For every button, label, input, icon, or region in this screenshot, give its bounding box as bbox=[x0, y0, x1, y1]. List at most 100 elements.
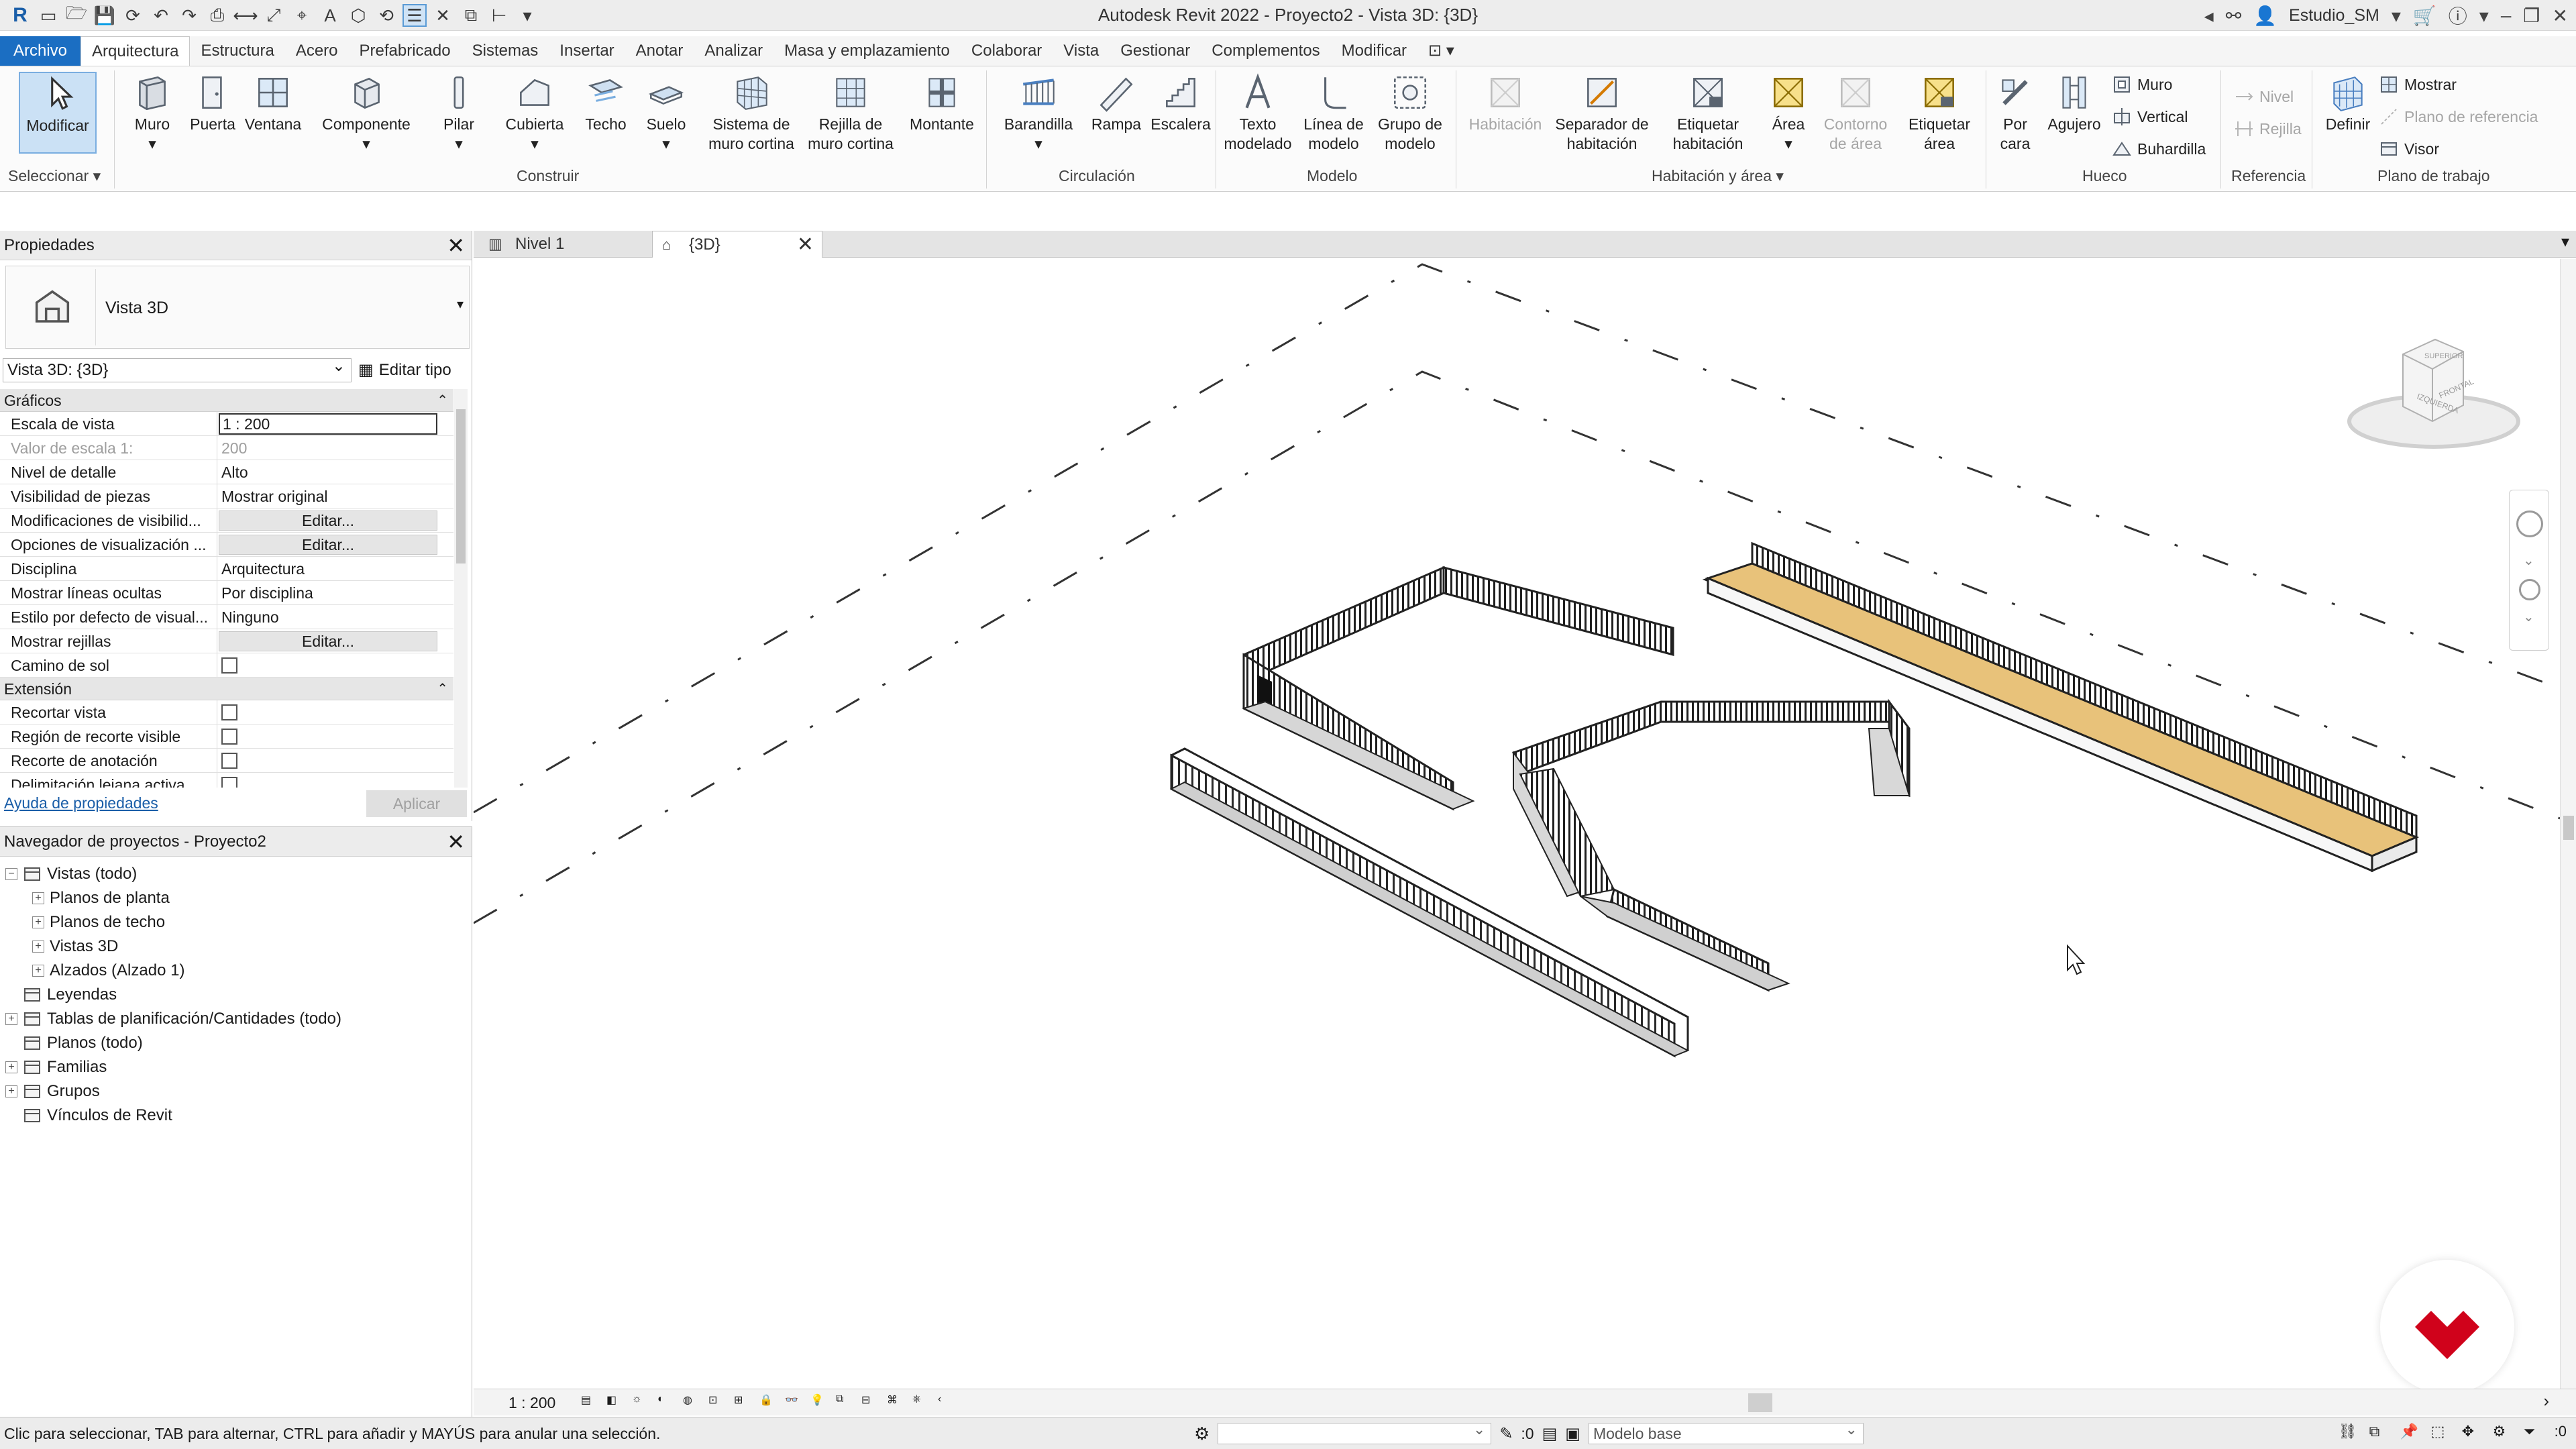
tab-modificar[interactable]: Modificar bbox=[1331, 36, 1417, 66]
chevron-down-icon[interactable]: ⌄ bbox=[2523, 608, 2534, 625]
scroll-thumb[interactable] bbox=[1748, 1393, 1772, 1412]
detail-level-icon[interactable]: ▤ bbox=[581, 1393, 600, 1412]
checkbox[interactable] bbox=[221, 752, 237, 769]
tree-item[interactable]: Leyendas bbox=[5, 983, 117, 1007]
property-value[interactable] bbox=[217, 653, 453, 677]
texto-modelado-button[interactable]: Texto modelado bbox=[1220, 72, 1296, 154]
analytical-model-icon[interactable]: ⌘ bbox=[887, 1393, 906, 1412]
user-icon[interactable]: 👤 bbox=[2253, 5, 2277, 27]
property-value[interactable]: Editar... bbox=[217, 533, 453, 556]
properties-scrollbar[interactable] bbox=[454, 389, 468, 788]
rampa-button[interactable]: Rampa bbox=[1085, 72, 1147, 134]
visual-style-icon[interactable]: ◧ bbox=[606, 1393, 625, 1412]
tree-item[interactable]: + Tablas de planificación/Cantidades (tod… bbox=[5, 1007, 341, 1031]
tree-item[interactable]: + Planos de techo bbox=[32, 910, 165, 934]
plano-referencia-button[interactable]: Plano de referencia bbox=[2379, 107, 2538, 127]
collapse-icon[interactable]: − bbox=[5, 868, 17, 880]
tab-complementos[interactable]: Complementos bbox=[1201, 36, 1330, 66]
property-value[interactable]: Ninguno bbox=[217, 605, 453, 629]
close-icon[interactable]: ✕ bbox=[2553, 5, 2568, 27]
tab-acero[interactable]: Acero bbox=[285, 36, 349, 66]
tab-prefabricado[interactable]: Prefabricado bbox=[349, 36, 462, 66]
sistema-muro-cortina-button[interactable]: Sistema de muro cortina bbox=[704, 72, 798, 154]
select-pinned-icon[interactable]: 📌 bbox=[2400, 1423, 2420, 1443]
select-by-face-icon[interactable]: ⬚ bbox=[2431, 1423, 2451, 1443]
ventana-button[interactable]: Ventana bbox=[243, 72, 303, 134]
tab-gestionar[interactable]: Gestionar bbox=[1110, 36, 1201, 66]
tab-estructura[interactable]: Estructura bbox=[190, 36, 284, 66]
design-options-icon[interactable]: ▤ bbox=[1542, 1424, 1558, 1444]
tab-sistemas[interactable]: Sistemas bbox=[462, 36, 549, 66]
workset-icon[interactable]: ⚙ bbox=[1194, 1424, 1210, 1444]
tab-3d[interactable]: ⌂ {3D} ✕ bbox=[652, 231, 822, 258]
tab-analizar[interactable]: Analizar bbox=[694, 36, 773, 66]
tab-colaborar[interactable]: Colaborar bbox=[961, 36, 1053, 66]
drag-elements-icon[interactable]: ✥ bbox=[2462, 1423, 2482, 1443]
pilar-button[interactable]: Pilar ▾ bbox=[435, 72, 483, 154]
viewcube[interactable]: IZQUIERDA FRONTAL SUPERIOR bbox=[2341, 331, 2529, 466]
restore-icon[interactable]: ❐ bbox=[2523, 5, 2540, 27]
property-value[interactable] bbox=[217, 773, 453, 788]
sun-path-icon[interactable]: ☼ bbox=[632, 1393, 651, 1412]
por-cara-button[interactable]: Por cara bbox=[1990, 72, 2041, 154]
escalera-button[interactable]: Escalera bbox=[1148, 72, 1213, 134]
collapse-icon[interactable]: ⌃ bbox=[437, 389, 448, 412]
grupo-modelo-button[interactable]: Grupo de modelo bbox=[1373, 72, 1448, 154]
montante-button[interactable]: Montante bbox=[902, 72, 982, 134]
instance-selector[interactable]: Vista 3D: {3D} bbox=[3, 355, 352, 382]
mostrar-button[interactable]: Mostrar bbox=[2379, 74, 2457, 95]
expand-icon[interactable]: + bbox=[5, 1061, 17, 1073]
ramp[interactable] bbox=[1512, 698, 1911, 992]
help-dropdown-icon[interactable]: ▾ bbox=[2479, 5, 2489, 27]
user-name[interactable]: Estudio_SM bbox=[2289, 6, 2379, 25]
rejilla-button[interactable]: Rejilla bbox=[2234, 119, 2302, 139]
collapse-icon[interactable]: ⌃ bbox=[437, 678, 448, 700]
barandilla-button[interactable]: Barandilla ▾ bbox=[997, 72, 1080, 154]
tab-extra-toggle[interactable]: ⊡ ▾ bbox=[1417, 36, 1465, 66]
temp-view-props-icon[interactable]: ⊟ bbox=[861, 1393, 880, 1412]
tree-item[interactable]: − Vistas (todo) bbox=[5, 862, 137, 886]
select-underlay-icon[interactable]: ⧉ bbox=[2369, 1423, 2390, 1443]
binoculars-icon[interactable]: ⚯ bbox=[2226, 5, 2241, 27]
property-value[interactable]: Editar... bbox=[217, 508, 453, 532]
expand-icon[interactable] bbox=[5, 1110, 17, 1122]
editing-requests-icon[interactable]: ✎ bbox=[1499, 1424, 1513, 1444]
expand-icon[interactable]: + bbox=[5, 1085, 17, 1097]
close-icon[interactable]: ✕ bbox=[447, 827, 465, 857]
steering-wheel-icon[interactable] bbox=[2516, 511, 2543, 537]
expand-icon[interactable] bbox=[5, 1037, 17, 1049]
habitacion-button[interactable]: Habitación bbox=[1458, 72, 1552, 134]
navigation-bar[interactable]: ⌄ ⌄ bbox=[2509, 490, 2549, 651]
expand-icon[interactable]: + bbox=[32, 892, 44, 904]
tree-item[interactable]: + Familias bbox=[5, 1055, 107, 1079]
background-processes-icon[interactable]: ⚙ bbox=[2493, 1423, 2513, 1443]
tab-insertar[interactable]: Insertar bbox=[549, 36, 625, 66]
property-value[interactable]: Por disciplina bbox=[217, 581, 453, 604]
edit-button[interactable]: Editar... bbox=[219, 631, 437, 651]
filter-icon[interactable]: ⏷ bbox=[2524, 1423, 2544, 1443]
hueco-muro-button[interactable]: Muro bbox=[2112, 74, 2172, 95]
cart-icon[interactable]: 🛒 bbox=[2413, 5, 2436, 27]
edit-button[interactable]: Editar... bbox=[219, 535, 437, 555]
expand-icon[interactable]: + bbox=[32, 941, 44, 953]
habitacion-panel-label[interactable]: Habitación y área ▾ bbox=[1652, 167, 1784, 185]
checkbox[interactable] bbox=[221, 776, 237, 788]
tree-item[interactable]: Planos (todo) bbox=[5, 1031, 143, 1055]
help-icon[interactable]: ⓘ bbox=[2449, 2, 2467, 29]
close-icon[interactable]: ✕ bbox=[797, 231, 814, 258]
muro-button[interactable]: Muro ▾ bbox=[123, 72, 181, 154]
temp-hide-icon[interactable]: 👓 bbox=[785, 1393, 804, 1412]
property-value[interactable]: Alto bbox=[217, 460, 453, 484]
etiquetar-area-button[interactable]: Etiquetar área bbox=[1896, 72, 1983, 154]
seleccionar-panel-label[interactable]: Seleccionar ▾ bbox=[8, 167, 101, 185]
scale-input[interactable]: 1 : 200 bbox=[219, 413, 437, 435]
buhardilla-button[interactable]: Buhardilla bbox=[2112, 139, 2206, 159]
tab-anotar[interactable]: Anotar bbox=[625, 36, 694, 66]
minimize-icon[interactable]: – bbox=[2501, 5, 2512, 26]
chevron-down-icon[interactable]: ⌄ bbox=[2523, 552, 2534, 569]
puerta-button[interactable]: Puerta bbox=[185, 72, 240, 134]
viewport-scrollbar[interactable] bbox=[2560, 259, 2576, 1389]
property-value[interactable]: Editar... bbox=[217, 629, 453, 653]
expand-icon[interactable]: + bbox=[5, 1013, 17, 1025]
tab-vista[interactable]: Vista bbox=[1053, 36, 1110, 66]
